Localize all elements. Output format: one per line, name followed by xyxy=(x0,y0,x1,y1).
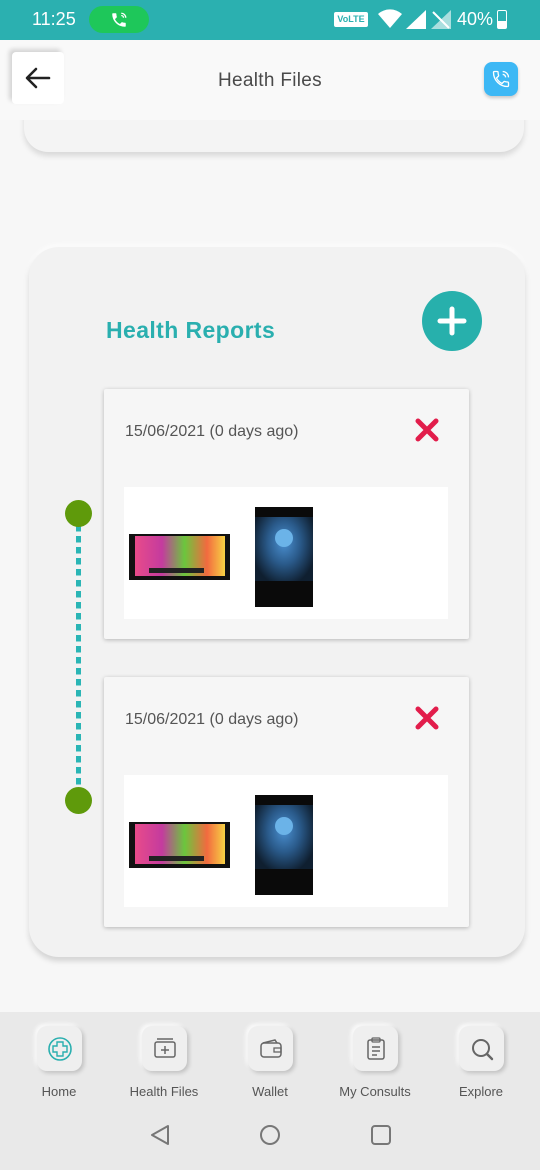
phone-wave-icon xyxy=(112,12,127,27)
home-plus-icon xyxy=(37,1026,82,1071)
signal-no-sim-icon xyxy=(431,10,451,29)
timeline-dot xyxy=(65,500,92,527)
battery-percent: 40% xyxy=(457,9,494,29)
search-icon xyxy=(459,1026,504,1071)
nav-item-health-files[interactable]: Health Files xyxy=(111,1026,217,1106)
nav-item-home[interactable]: Home xyxy=(6,1026,112,1106)
nav-label: Wallet xyxy=(252,1084,288,1099)
attachment-thumbnail[interactable] xyxy=(129,822,230,868)
page-title: Health Files xyxy=(218,70,322,91)
close-x-icon[interactable] xyxy=(414,705,440,731)
nav-label: My Consults xyxy=(339,1084,411,1099)
battery-icon xyxy=(497,10,507,29)
nav-label: Explore xyxy=(458,1084,504,1099)
close-x-icon[interactable] xyxy=(414,417,440,443)
timeline-dot xyxy=(65,787,92,814)
signal-icon xyxy=(406,10,426,29)
bottom-navigation: Home Health Files Wallet My Consults Exp… xyxy=(0,1012,540,1170)
nav-label: Health Files xyxy=(129,1084,199,1099)
section-title: Health Reports xyxy=(106,317,276,343)
attachment-thumbnail[interactable] xyxy=(255,507,313,607)
plus-icon xyxy=(437,306,467,336)
system-home-icon[interactable] xyxy=(259,1124,281,1146)
attachment-thumbnail[interactable] xyxy=(255,795,313,895)
nav-item-wallet[interactable]: Wallet xyxy=(217,1026,323,1106)
nav-item-explore[interactable]: Explore xyxy=(428,1026,534,1106)
system-back-icon[interactable] xyxy=(149,1124,171,1146)
attachment-thumbnail[interactable] xyxy=(129,534,230,580)
phone-icon xyxy=(492,70,510,88)
timeline-line xyxy=(76,514,81,800)
report-date: 15/06/2021 (0 days ago) xyxy=(125,423,299,440)
wallet-icon xyxy=(248,1026,293,1071)
nav-item-my-consults[interactable]: My Consults xyxy=(322,1026,428,1106)
volte-badge: VoLTE xyxy=(334,12,368,27)
folder-plus-icon xyxy=(142,1026,187,1071)
system-recents-icon[interactable] xyxy=(370,1124,392,1146)
add-report-button[interactable] xyxy=(422,291,482,351)
ongoing-call-pill[interactable] xyxy=(89,6,149,33)
report-date: 15/06/2021 (0 days ago) xyxy=(125,711,299,728)
status-bar: 11:25 VoLTE 40% xyxy=(0,0,540,40)
attachments-box xyxy=(124,487,448,619)
wifi-icon xyxy=(378,9,402,28)
call-button[interactable] xyxy=(484,62,518,96)
clipboard-icon xyxy=(353,1026,398,1071)
attachments-box xyxy=(124,775,448,907)
app-header: Health Files xyxy=(0,40,540,120)
nav-label: Home xyxy=(41,1084,77,1099)
report-card[interactable]: 15/06/2021 (0 days ago) xyxy=(104,389,469,639)
status-time: 11:25 xyxy=(32,9,76,29)
report-card[interactable]: 15/06/2021 (0 days ago) xyxy=(104,677,469,927)
